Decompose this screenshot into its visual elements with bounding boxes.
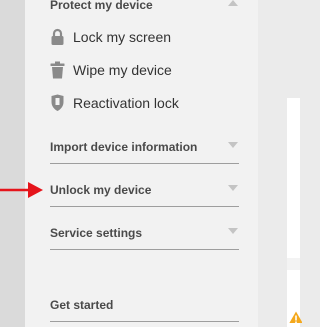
- chevron-down-icon: [228, 185, 238, 191]
- chevron-up-icon: [228, 0, 238, 6]
- section-title-unlock: Unlock my device: [50, 183, 152, 197]
- divider: [50, 163, 239, 164]
- lock-icon: [50, 28, 65, 46]
- content-card: [287, 98, 300, 327]
- divider: [50, 321, 239, 322]
- sidebar-item-label: Lock my screen: [73, 29, 172, 45]
- section-title-import: Import device information: [50, 140, 198, 154]
- section-header-unlock[interactable]: Unlock my device: [50, 183, 240, 197]
- sidebar-item-reactivation-lock[interactable]: Reactivation lock: [50, 94, 238, 114]
- chevron-down-icon: [228, 228, 238, 234]
- sidebar-item-label: Reactivation lock: [73, 95, 179, 111]
- chevron-down-icon: [228, 142, 238, 148]
- sidebar-item-wipe-device[interactable]: Wipe my device: [50, 61, 238, 81]
- section-title-protect: Protect my device: [50, 0, 153, 12]
- trash-icon: [50, 61, 65, 79]
- sidebar-item-lock-screen[interactable]: Lock my screen: [50, 28, 238, 48]
- divider: [50, 206, 239, 207]
- divider: [50, 249, 239, 250]
- warning-icon: [288, 311, 302, 323]
- section-header-import[interactable]: Import device information: [50, 140, 240, 154]
- section-title-get-started: Get started: [50, 298, 114, 312]
- section-title-service: Service settings: [50, 226, 143, 240]
- sidebar-item-label: Wipe my device: [73, 62, 172, 78]
- section-header-protect[interactable]: Protect my device: [50, 0, 240, 12]
- left-strip: [0, 0, 25, 327]
- section-header-service[interactable]: Service settings: [50, 226, 240, 240]
- shield-icon: [50, 94, 65, 112]
- annotation-arrow-icon: [0, 180, 44, 200]
- section-header-get-started[interactable]: Get started: [50, 298, 240, 312]
- content-card-band: [287, 258, 300, 270]
